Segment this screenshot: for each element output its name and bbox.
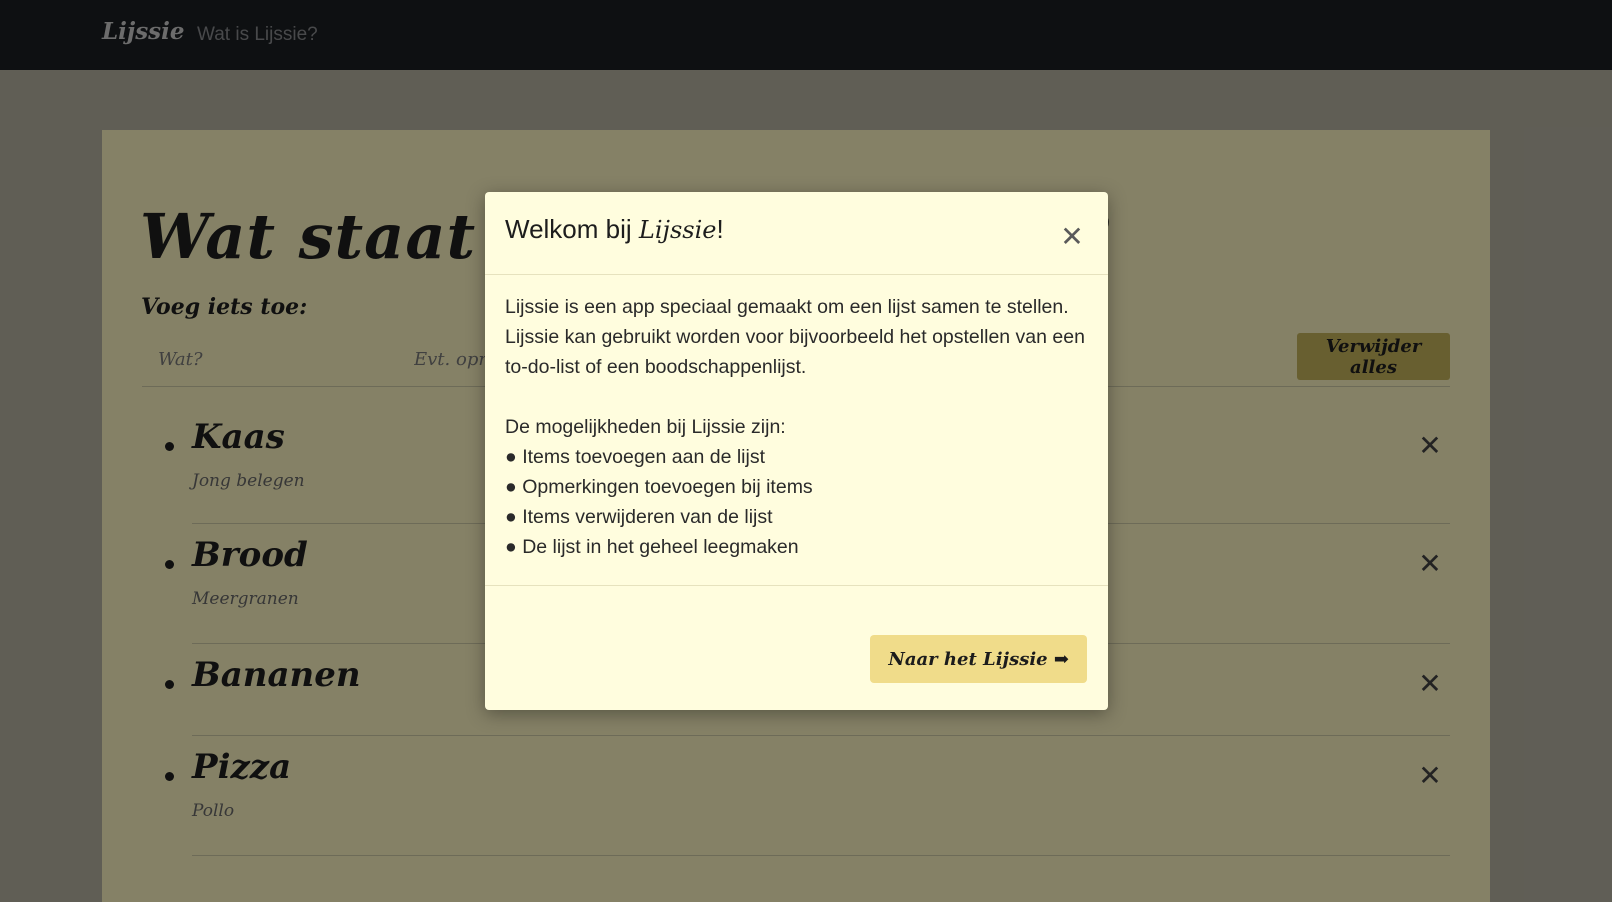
modal-title-brand: Lijssie [638,216,717,244]
close-icon[interactable]: ✕ [1054,218,1090,254]
go-to-list-button[interactable]: Naar het Lijssie ➡ [870,635,1087,683]
feature-item: ● Items verwijderen van de lijst [505,506,773,528]
go-to-list-label: Naar het Lijssie [888,648,1048,670]
feature-item: ● Opmerkingen toevoegen bij items [505,476,813,498]
modal-footer: Naar het Lijssie ➡ [485,585,1108,711]
feature-item: ● De lijst in het geheel leegmaken [505,536,799,558]
modal-title-suffix: ! [716,214,724,244]
modal-intro: Lijssie is een app speciaal gemaakt om e… [505,296,1085,378]
feature-item: ● Items toevoegen aan de lijst [505,446,766,468]
modal-title: Welkom bij Lijssie! [505,214,724,245]
arrow-right-icon: ➡ [1053,648,1069,670]
features-heading: De mogelijkheden bij Lijssie zijn: [505,416,786,438]
modal-header: Welkom bij Lijssie! ✕ [485,192,1108,275]
welcome-modal: Welkom bij Lijssie! ✕ Lijssie is een app… [485,192,1108,710]
modal-title-prefix: Welkom bij [505,214,639,244]
modal-body: Lijssie is een app speciaal gemaakt om e… [505,292,1095,562]
